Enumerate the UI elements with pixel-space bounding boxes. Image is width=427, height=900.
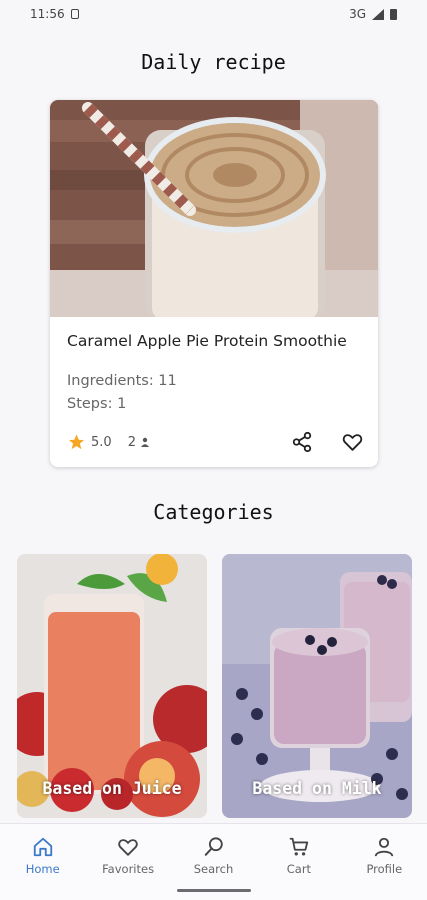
category-card-milk[interactable]: Based on Milk xyxy=(222,554,412,818)
nav-item-favorites[interactable]: Favorites xyxy=(85,824,170,900)
user-count-value: 2 xyxy=(127,434,136,450)
status-time: 11:56 xyxy=(30,7,65,21)
nav-label-search: Search xyxy=(193,862,234,876)
star-icon xyxy=(69,434,84,450)
nav-label-cart: Cart xyxy=(286,862,312,876)
category-card-juice[interactable]: Based on Juice xyxy=(17,554,207,818)
nav-label-favorites: Favorites xyxy=(102,862,155,876)
sim-icon xyxy=(70,9,79,19)
recipe-name: Caramel Apple Pie Protein Smoothie xyxy=(67,332,347,350)
recipe-meta: Ingredients: 11 Steps: 1 xyxy=(67,370,177,416)
nav-label-home: Home xyxy=(25,862,60,876)
network-type: 3G xyxy=(349,7,366,21)
person-icon xyxy=(140,437,149,447)
status-bar: 11:56 3G xyxy=(0,0,427,28)
nav-item-profile[interactable]: Profile xyxy=(342,824,427,900)
categories-title: Categories xyxy=(153,500,274,524)
rating: 5.0 xyxy=(67,433,112,451)
daily-recipe-title: Daily recipe xyxy=(141,50,286,74)
rating-value: 5.0 xyxy=(91,434,112,450)
search-icon xyxy=(204,837,223,856)
profile-icon xyxy=(375,837,394,857)
user-count: 2 xyxy=(128,435,150,450)
nav-label-profile: Profile xyxy=(366,862,403,876)
category-label-milk: Based on Milk xyxy=(252,779,382,798)
heart-icon xyxy=(118,839,138,856)
heart-icon xyxy=(342,434,362,451)
cart-icon xyxy=(289,837,309,856)
nav-item-home[interactable]: Home xyxy=(0,824,85,900)
daily-recipe-card[interactable]: Caramel Apple Pie Protein Smoothie Ingre… xyxy=(50,100,378,467)
signal-icon xyxy=(372,8,384,20)
nav-item-cart[interactable]: Cart xyxy=(256,824,341,900)
share-button[interactable] xyxy=(290,430,314,454)
ingredients-count: Ingredients: 11 xyxy=(67,373,177,389)
recipe-image xyxy=(50,100,378,317)
recipe-footer: 5.0 2 xyxy=(67,430,364,454)
home-indicator[interactable] xyxy=(177,889,251,892)
steps-count: Steps: 1 xyxy=(67,396,127,412)
share-icon xyxy=(292,431,312,453)
battery-icon xyxy=(390,8,397,20)
favorite-button[interactable] xyxy=(340,430,364,454)
category-label-juice: Based on Juice xyxy=(42,779,182,798)
home-icon xyxy=(33,837,52,857)
